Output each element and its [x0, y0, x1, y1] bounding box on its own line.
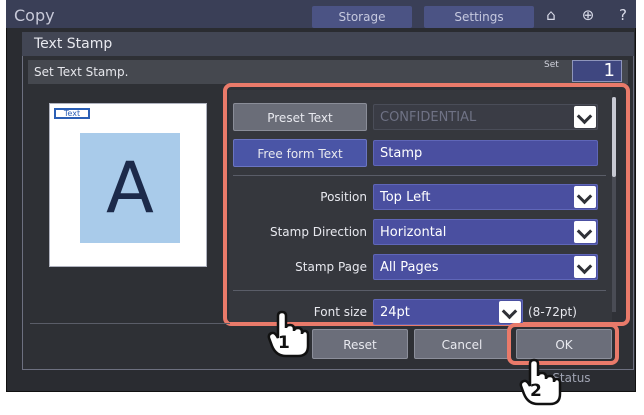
step-2-badge: 2 — [530, 381, 542, 401]
chevron-down-icon[interactable] — [574, 186, 596, 208]
preview-letter: A — [106, 147, 154, 229]
globe-icon[interactable]: ⊕ — [578, 6, 598, 24]
position-select[interactable]: Top Left — [373, 184, 598, 210]
divider — [30, 323, 230, 324]
preview-stamp-tag: Text — [54, 108, 90, 119]
reset-button[interactable]: Reset — [312, 329, 408, 359]
free-form-text-input[interactable]: Stamp — [373, 140, 598, 166]
chevron-down-icon[interactable] — [499, 301, 521, 323]
divider — [233, 290, 606, 291]
storage-button[interactable]: Storage — [312, 6, 412, 28]
step-1-badge: 1 — [278, 333, 290, 353]
stamp-page-select[interactable]: All Pages — [373, 254, 598, 280]
divider — [233, 175, 606, 176]
set-count-field[interactable]: 1 — [572, 60, 622, 82]
scrollbar-thumb[interactable] — [612, 97, 616, 177]
preset-text-select[interactable]: CONFIDENTIAL — [373, 104, 598, 130]
set-label: Set — [544, 60, 559, 70]
chevron-down-icon[interactable] — [574, 106, 596, 128]
settings-button[interactable]: Settings — [424, 6, 534, 28]
dialog-instruction: Set Text Stamp. — [28, 60, 628, 84]
preset-text-button[interactable]: Preset Text — [233, 103, 367, 131]
app-title: Copy — [14, 6, 55, 25]
cancel-button[interactable]: Cancel — [414, 329, 510, 359]
position-label: Position — [320, 190, 367, 204]
stamp-direction-label: Stamp Direction — [269, 225, 367, 239]
home-icon[interactable]: ⌂ — [541, 6, 561, 24]
dialog-title: Text Stamp — [22, 32, 634, 56]
stamp-direction-select[interactable]: Horizontal — [373, 219, 598, 245]
font-size-range: (8-72pt) — [528, 305, 577, 319]
free-form-text-button[interactable]: Free form Text — [233, 139, 367, 167]
help-icon[interactable]: ? — [613, 6, 633, 24]
chevron-down-icon[interactable] — [574, 221, 596, 243]
chevron-down-icon[interactable] — [574, 256, 596, 278]
stamp-page-label: Stamp Page — [295, 260, 367, 274]
